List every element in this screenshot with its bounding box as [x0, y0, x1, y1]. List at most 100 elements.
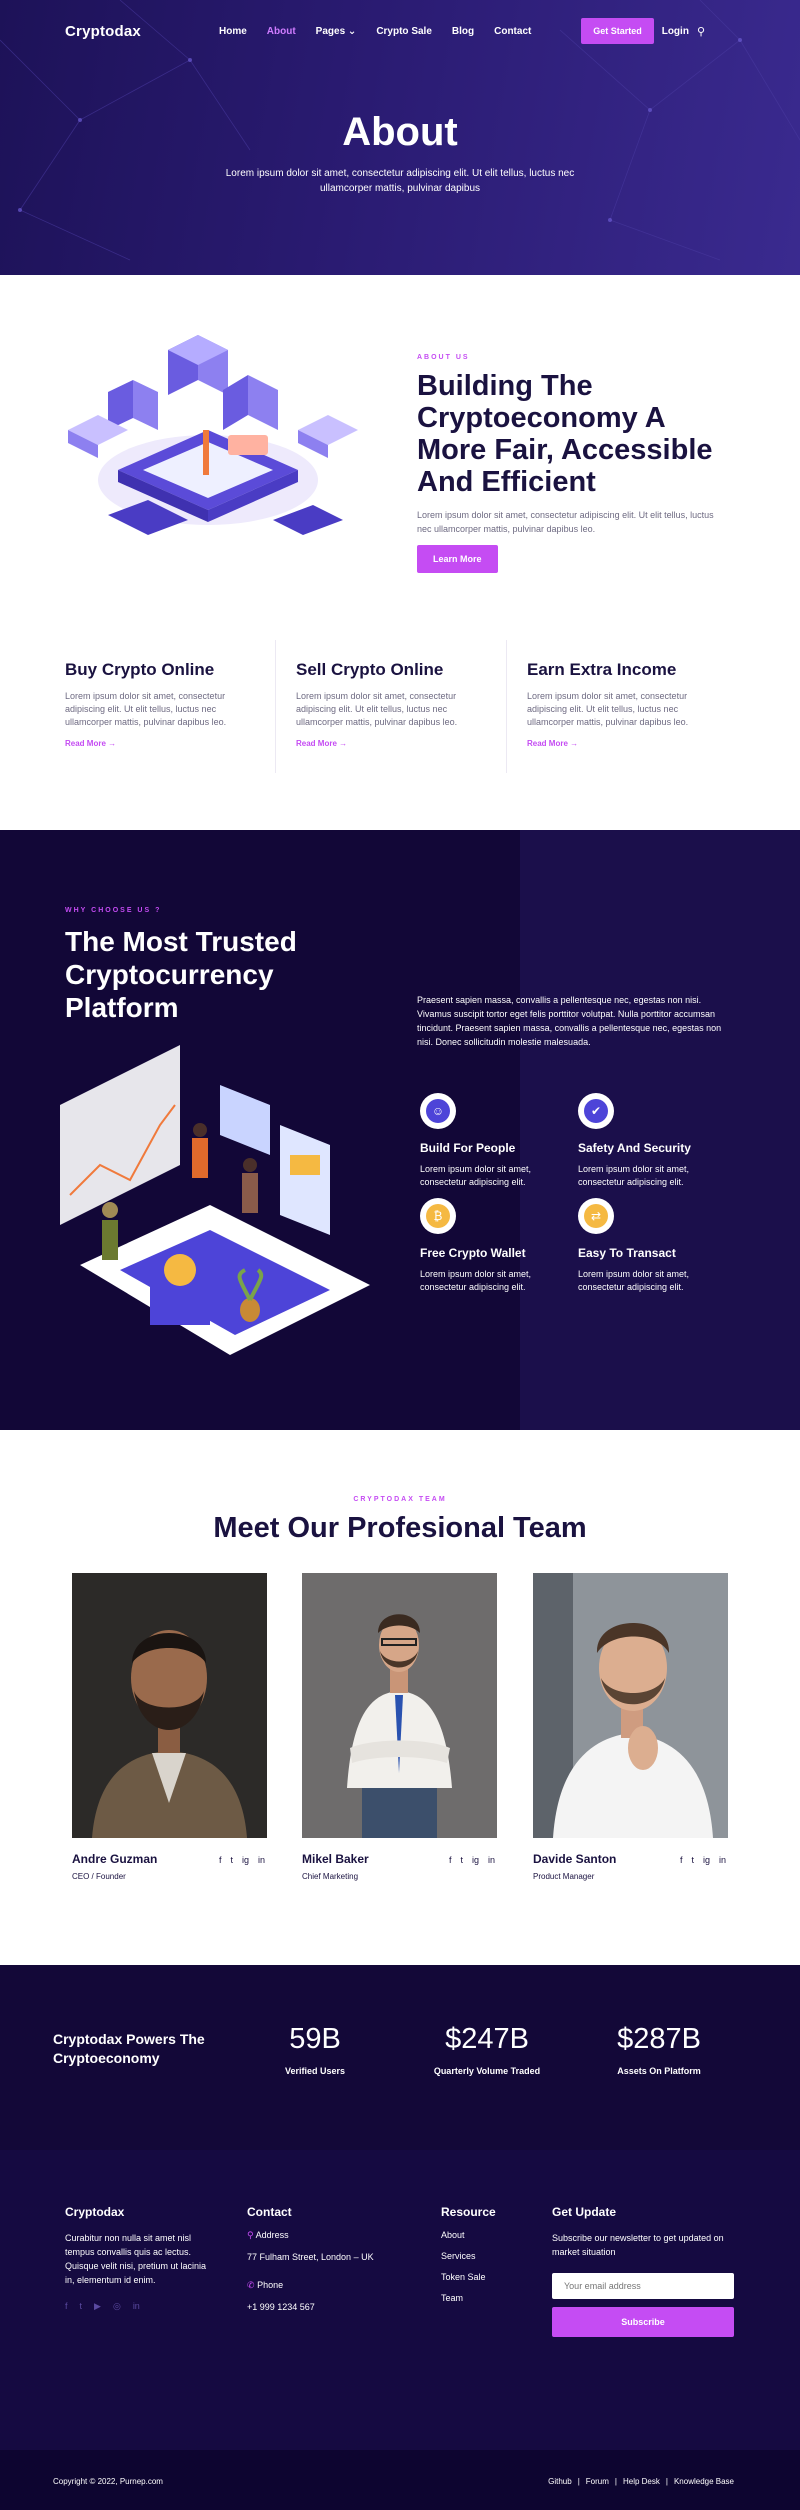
why-choose-section: WHY CHOOSE US ? The Most Trusted Cryptoc… [0, 830, 800, 1430]
address-value: 77 Fulham Street, London – UK [247, 2252, 374, 2262]
phone-icon: ✆ [247, 2280, 255, 2290]
feature-title: Earn Extra Income [527, 660, 677, 679]
about-title: Building The Cryptoeconomy A More Fair, … [417, 370, 713, 498]
instagram-icon[interactable]: ig [472, 1855, 479, 1865]
facebook-icon[interactable]: f [680, 1855, 683, 1865]
footer-contact-title: Contact [247, 2205, 292, 2219]
team-member-card: Andre Guzman CEO / Founder f t ig in [72, 1573, 267, 1881]
about-eyebrow: ABOUT US [417, 354, 470, 361]
nav-about[interactable]: About [267, 26, 296, 37]
read-more-link[interactable]: Read More → [527, 739, 578, 748]
wallet-icon: ₿ [420, 1198, 456, 1234]
people-icon: ☺ [420, 1093, 456, 1129]
logo[interactable]: Cryptodax [65, 23, 141, 40]
bottom-links: Github | Forum | Help Desk | Knowledge B… [548, 2477, 734, 2486]
bottom-link-github[interactable]: Github [548, 2477, 572, 2486]
member-photo [533, 1573, 728, 1838]
subscribe-button[interactable]: Subscribe [552, 2307, 734, 2337]
youtube-icon[interactable]: ▶ [94, 2301, 101, 2312]
read-more-link[interactable]: Read More → [296, 739, 347, 748]
phone-row: ✆ Phone [247, 2280, 417, 2291]
read-more-link[interactable]: Read More → [65, 739, 116, 748]
nav-home[interactable]: Home [219, 26, 247, 37]
about-text: Lorem ipsum dolor sit amet, consectetur … [417, 510, 714, 534]
twitter-icon[interactable]: t [80, 2301, 83, 2312]
nav-contact[interactable]: Contact [494, 26, 531, 37]
why-eyebrow: WHY CHOOSE US ? [65, 907, 162, 914]
bottom-link-knowledge-base[interactable]: Knowledge Base [674, 2477, 734, 2486]
linkedin-icon[interactable]: in [133, 2301, 140, 2312]
why-feature-title: Safety And Security [578, 1141, 691, 1155]
member-socials: f t ig in [680, 1855, 726, 1865]
get-started-button[interactable]: Get Started [581, 18, 654, 44]
footer-resource-column: Resource About Services Token Sale Team [441, 2205, 541, 2303]
nav-blog[interactable]: Blog [452, 26, 474, 37]
footer-link-services[interactable]: Services [441, 2251, 541, 2261]
nav-pages[interactable]: Pages ⌄ [316, 26, 357, 37]
why-feature-card: ₿ Free Crypto Wallet Lorem ipsum dolor s… [420, 1198, 560, 1294]
why-title: The Most Trusted Cryptocurrency Platform [65, 926, 297, 1023]
learn-more-button[interactable]: Learn More [417, 545, 498, 573]
stat-value: $287B [617, 2023, 701, 2055]
stat-item: $247B Quarterly Volume Traded [397, 2023, 577, 2076]
member-role: CEO / Founder [72, 1872, 126, 1881]
footer-link-about[interactable]: About [441, 2230, 541, 2240]
feature-text: Lorem ipsum dolor sit amet, consectetur … [65, 691, 227, 727]
footer-link-token-sale[interactable]: Token Sale [441, 2272, 541, 2282]
twitter-icon[interactable]: t [691, 1855, 694, 1865]
stat-label: Verified Users [284, 2066, 346, 2076]
stat-value: $247B [445, 2023, 529, 2055]
instagram-icon[interactable]: ig [703, 1855, 710, 1865]
nav-pages-label: Pages [315, 25, 346, 37]
bottom-link-forum[interactable]: Forum [586, 2477, 609, 2486]
email-input[interactable] [552, 2273, 734, 2299]
linkedin-icon[interactable]: in [488, 1855, 495, 1865]
footer: Cryptodax Curabitur non nulla sit amet n… [0, 2150, 800, 2450]
facebook-icon[interactable]: f [219, 1855, 222, 1865]
phone-value: +1 999 1234 567 [247, 2302, 315, 2312]
member-photo [302, 1573, 497, 1838]
location-pin-icon: ⚲ [247, 2230, 254, 2240]
footer-contact-column: Contact ⚲ Address 77 Fulham Street, Lond… [247, 2205, 417, 2312]
instagram-icon[interactable]: ig [242, 1855, 249, 1865]
why-intro: Praesent sapien massa, convallis a pelle… [417, 995, 722, 1047]
team-member-card: Mikel Baker Chief Marketing f t ig in [302, 1573, 497, 1881]
top-navigation: Cryptodax Home About Pages ⌄ Crypto Sale… [65, 18, 705, 44]
facebook-icon[interactable]: f [449, 1855, 452, 1865]
arrow-right-icon: → [570, 739, 579, 748]
bottom-link-help-desk[interactable]: Help Desk [623, 2477, 660, 2486]
stat-value: 59B [289, 2023, 341, 2055]
twitter-icon[interactable]: t [460, 1855, 463, 1865]
nav-crypto-sale[interactable]: Crypto Sale [376, 26, 432, 37]
read-more-label: Read More [65, 739, 106, 748]
feature-text: Lorem ipsum dolor sit amet, consectetur … [296, 691, 458, 727]
stat-label: Quarterly Volume Traded [433, 2066, 541, 2076]
hero-section: Cryptodax Home About Pages ⌄ Crypto Sale… [0, 0, 800, 275]
search-icon[interactable]: ⚲ [697, 25, 705, 38]
arrow-right-icon: → [339, 739, 348, 748]
why-feature-title: Build For People [420, 1141, 516, 1155]
shield-icon: ✔ [578, 1093, 614, 1129]
why-feature-card: ☺ Build For People Lorem ipsum dolor sit… [420, 1093, 560, 1189]
phone-label: Phone [257, 2280, 284, 2290]
linkedin-icon[interactable]: in [258, 1855, 265, 1865]
stat-label: Assets On Platform [617, 2066, 701, 2076]
team-title: Meet Our Profesional Team [213, 1512, 587, 1544]
chevron-down-icon: ⌄ [347, 25, 357, 37]
footer-link-team[interactable]: Team [441, 2293, 541, 2303]
instagram-icon[interactable]: ◎ [113, 2301, 121, 2312]
facebook-icon[interactable]: f [65, 2301, 68, 2312]
footer-update-title: Get Update [552, 2205, 617, 2219]
member-socials: f t ig in [219, 1855, 265, 1865]
team-member-card: Davide Santon Product Manager f t ig in [533, 1573, 728, 1881]
feature-card: Buy Crypto Online Lorem ipsum dolor sit … [65, 640, 275, 773]
footer-bottom-bar: Copyright © 2022, Purnep.com Github | Fo… [0, 2450, 800, 2510]
read-more-label: Read More [527, 739, 568, 748]
stats-section: Cryptodax Powers The Cryptoeconomy 59B V… [0, 1965, 800, 2150]
separator: | [577, 2477, 580, 2486]
linkedin-icon[interactable]: in [719, 1855, 726, 1865]
login-link[interactable]: Login [662, 26, 689, 37]
address-row: ⚲ Address [247, 2230, 417, 2241]
twitter-icon[interactable]: t [230, 1855, 233, 1865]
footer-brand: Cryptodax [65, 2205, 125, 2219]
